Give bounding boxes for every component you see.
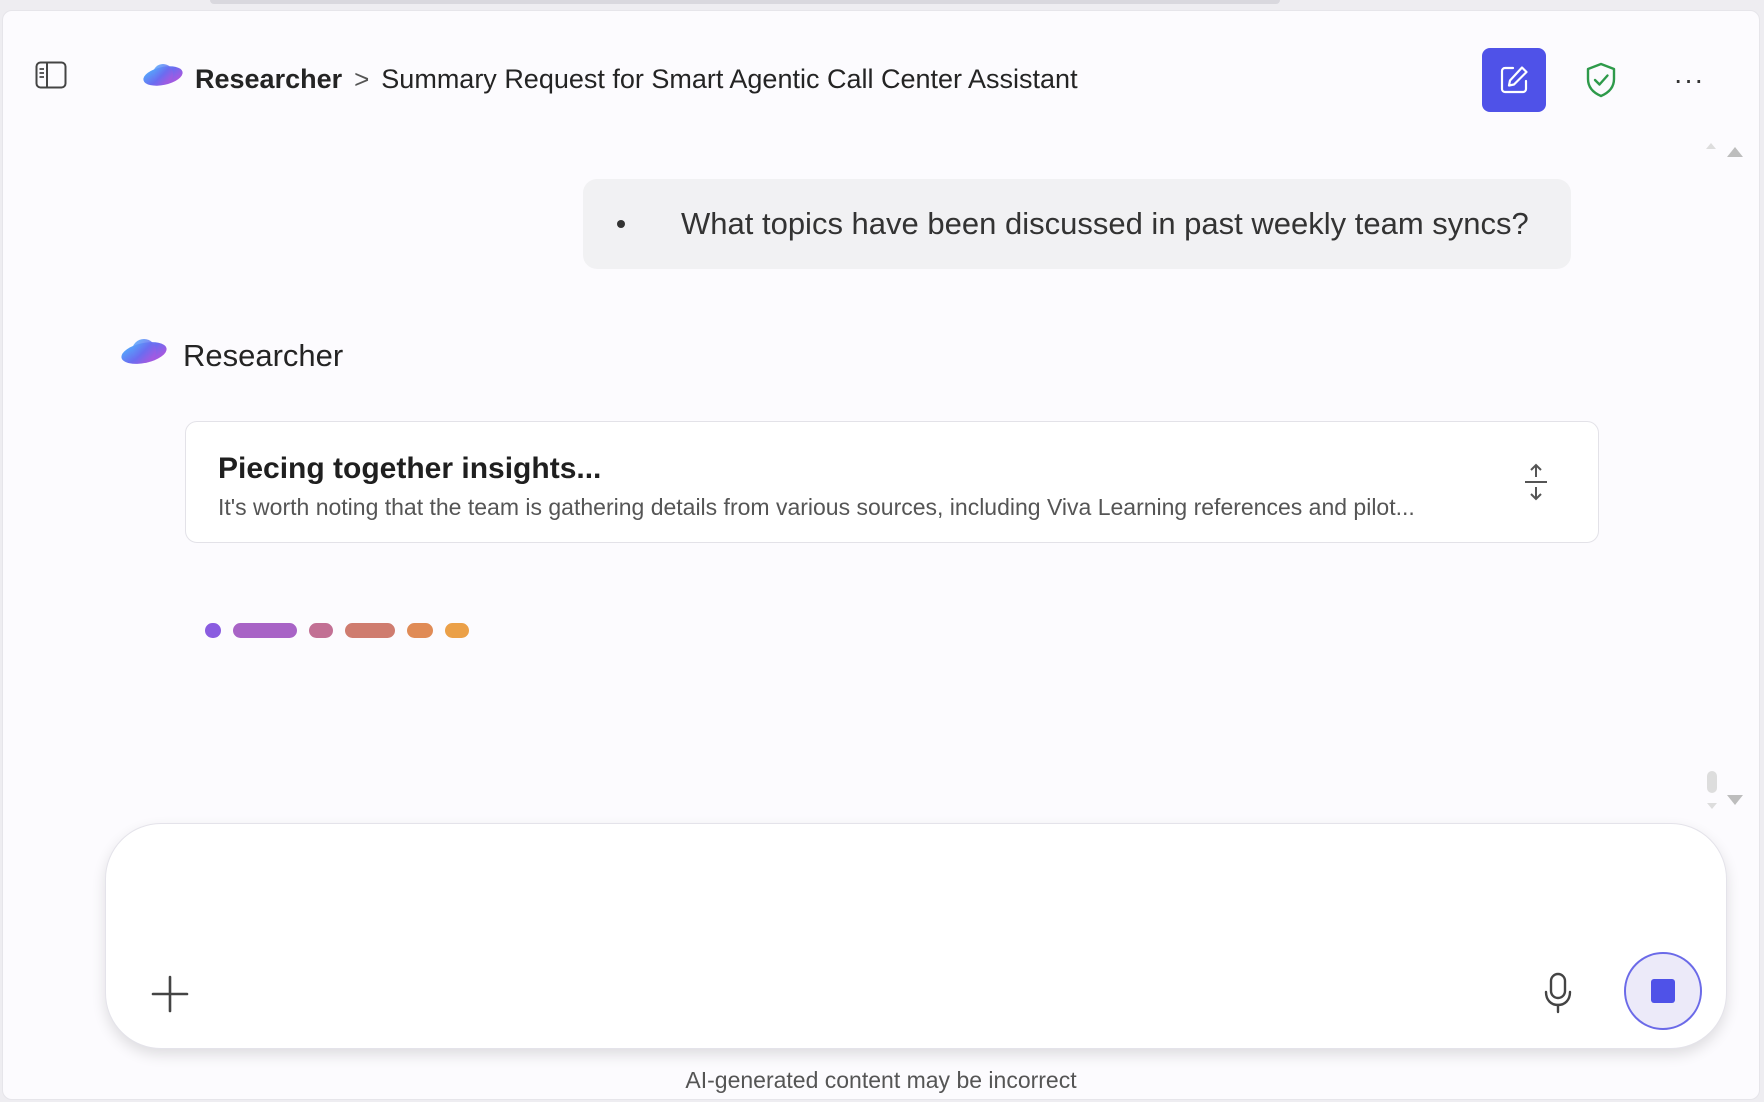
breadcrumb-app-link[interactable]: Researcher (195, 64, 342, 95)
sidebar-toggle-icon[interactable] (33, 57, 69, 93)
shield-check-button[interactable] (1577, 56, 1625, 104)
chevron-right-icon: > (354, 63, 370, 94)
assistant-header: Researcher (119, 333, 343, 378)
user-message-bubble: What topics have been discussed in past … (583, 179, 1571, 269)
scroll-down-icon (1707, 771, 1743, 809)
status-title: Piecing together insights... (218, 452, 602, 485)
loading-segment (407, 623, 433, 638)
scroll-up-icon (1706, 143, 1743, 157)
top-strip (210, 0, 1280, 4)
assistant-name: Researcher (183, 337, 344, 373)
status-detail: It's worth noting that the team is gathe… (218, 494, 1415, 520)
loading-segment (345, 623, 395, 638)
microphone-button[interactable] (1536, 968, 1580, 1018)
expand-button[interactable] (1516, 460, 1556, 504)
conversation-title: Summary Request for Smart Agentic Call C… (381, 63, 1078, 94)
more-options-button[interactable]: ··· (1665, 56, 1713, 104)
bullet (617, 220, 625, 228)
scroll-down-button[interactable] (1703, 771, 1743, 824)
researcher-window: Researcher > Summary Request for Smart A… (2, 10, 1760, 1100)
plus-icon (151, 975, 189, 1013)
add-button[interactable] (148, 972, 192, 1016)
message-input[interactable] (156, 854, 1660, 916)
microphone-icon (1544, 972, 1572, 1014)
user-message-text: What topics have been discussed in past … (681, 206, 1529, 241)
stop-generating-button[interactable] (1624, 952, 1702, 1030)
breadcrumb: Researcher > Summary Request for Smart A… (141, 59, 1078, 99)
scroll-up-button[interactable] (1703, 143, 1743, 168)
new-chat-button[interactable] (1482, 48, 1546, 112)
loading-segment (233, 623, 297, 638)
expand-vertical-icon (1525, 463, 1547, 501)
loading-segment (445, 623, 469, 638)
loading-segment (205, 623, 221, 638)
loading-segment (309, 623, 333, 638)
loading-indicator (205, 623, 469, 638)
stop-icon (1651, 979, 1675, 1003)
edit-icon (1500, 66, 1528, 94)
shield-check-icon (1586, 62, 1616, 98)
ai-disclaimer: AI-generated content may be incorrect (685, 1067, 1077, 1093)
reasoning-status-card[interactable]: Piecing together insights... It's worth … (185, 421, 1599, 543)
message-composer (105, 823, 1727, 1049)
more-icon: ··· (1673, 64, 1705, 95)
researcher-logo-icon (119, 333, 169, 378)
researcher-logo-icon (141, 59, 185, 100)
